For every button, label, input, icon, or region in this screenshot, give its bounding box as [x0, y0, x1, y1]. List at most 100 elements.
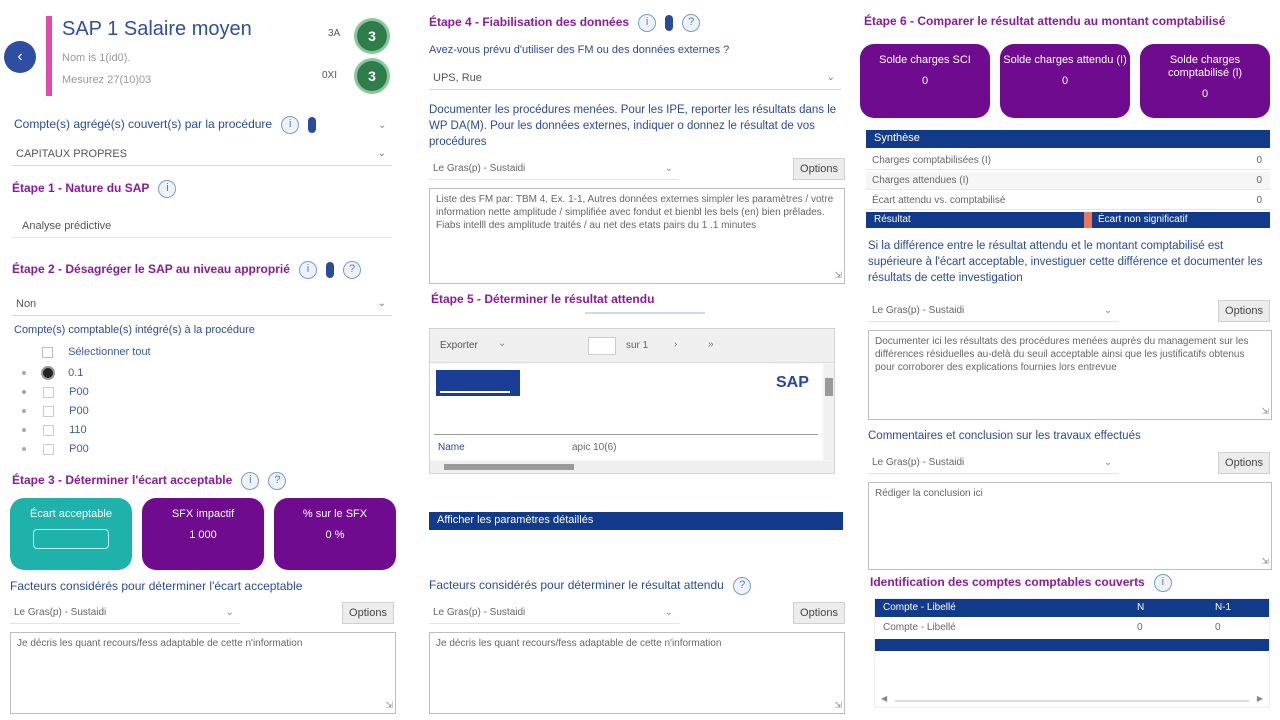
badge-1-circle[interactable]: 3 [354, 18, 390, 54]
checkbox[interactable] [43, 405, 55, 417]
accounts-dropdown-chevron[interactable]: ⌄ [378, 120, 386, 131]
chevron-down-icon: ⌄ [1103, 305, 1112, 316]
row-value: 0 [1256, 155, 1262, 166]
accounts-select[interactable]: CAPITAUX PROPRES ⌄ [12, 142, 392, 166]
table-row: Charges comptabilisées (I) 0 [866, 152, 1270, 170]
back-button[interactable]: ‹ [4, 41, 36, 73]
tile-label: Solde charges attendu (I) [1003, 54, 1127, 66]
tile-label: % sur le SFX [302, 508, 368, 520]
font-select[interactable]: Le Gras(p) - Sustaidi ⌄ [868, 300, 1118, 322]
expected-factors-label: Facteurs considérés pour déterminer le r… [429, 578, 724, 593]
info-icon[interactable]: i [241, 472, 260, 490]
badge-2-circle[interactable]: 3 [354, 58, 390, 94]
resize-grip-icon[interactable]: ⇲ [1261, 555, 1269, 568]
chevron-down-icon: ⌄ [498, 338, 507, 349]
step2-select[interactable]: Non ⌄ [12, 292, 392, 316]
help-icon[interactable]: ? [268, 472, 287, 490]
list-item-select-all[interactable]: Sélectionner tout [42, 346, 151, 362]
ident-table-header: Compte - Libellé N N-1 [875, 599, 1269, 617]
checkbox-checked[interactable] [41, 366, 56, 380]
column-header: N-1 [1215, 602, 1232, 613]
last-page-icon[interactable]: » [708, 339, 714, 350]
checkbox[interactable] [43, 424, 55, 436]
checkbox[interactable] [43, 386, 55, 398]
font-select[interactable]: Le Gras(p) - Sustaidi ⌄ [868, 452, 1118, 474]
report-horizontal-scrollbar[interactable] [430, 461, 834, 473]
right-column: Étape 6 - Comparer le résultat attendu a… [860, 0, 1280, 720]
options-button[interactable]: Options [342, 602, 394, 624]
step1-select[interactable]: Analyse prédictive [12, 214, 392, 238]
row-value: 0 [1256, 175, 1262, 186]
microphone-icon[interactable] [308, 117, 317, 134]
microphone-icon[interactable] [326, 262, 335, 278]
row-label: Écart attendu vs. comptabilisé [872, 195, 1006, 206]
font-select[interactable]: Le Gras(p) - Sustaidi ⌄ [429, 158, 679, 180]
acceptable-gap-input[interactable] [33, 529, 109, 549]
step5-title-row: Étape 5 - Déterminer le résultat attendu [431, 292, 654, 306]
booked-charges-tile[interactable]: Solde charges comptabilisé (l) 0 [1140, 44, 1270, 118]
info-icon[interactable]: i [281, 116, 300, 135]
procedure-textarea[interactable]: Liste des FM par: TBM 4, Ex. 1-1, Autres… [429, 188, 845, 284]
info-icon[interactable]: i [638, 14, 657, 32]
external-data-select[interactable]: UPS, Rue ⌄ [429, 66, 841, 90]
scroll-track[interactable] [895, 700, 1249, 702]
page-number-input[interactable] [588, 337, 616, 355]
info-icon[interactable]: i [298, 261, 317, 279]
help-icon[interactable]: ? [343, 261, 362, 279]
tree-dot [22, 428, 26, 433]
font-select[interactable]: Le Gras(p) - Sustaidi ⌄ [10, 602, 240, 624]
difference-textarea[interactable]: Documenter ici les résultats des procédu… [868, 330, 1272, 420]
sci-charges-tile[interactable]: Solde charges SCI 0 [860, 44, 990, 118]
comments-label: Commentaires et conclusion sur les trava… [868, 430, 1141, 442]
detailed-settings-bar[interactable]: Afficher les paramètres détaillés [429, 512, 843, 530]
accounts-label: Compte(s) agrégé(s) couvert(s) par la pr… [14, 117, 273, 131]
step6-title-row: Étape 6 - Comparer le résultat attendu a… [864, 14, 1225, 28]
checkbox[interactable] [43, 443, 55, 455]
list-item[interactable]: 110 [22, 424, 87, 440]
list-item[interactable]: 0.1 [22, 366, 83, 382]
badge-1-label: 3A [328, 28, 341, 39]
info-icon[interactable]: i [1153, 574, 1172, 592]
step5-title: Étape 5 - Déterminer le résultat attendu [431, 292, 655, 306]
options-button[interactable]: Options [793, 602, 845, 624]
help-icon[interactable]: ? [682, 14, 701, 32]
ident-title: Identification des comptes comptables co… [870, 574, 1145, 589]
scroll-left-icon[interactable]: ◀ [881, 694, 887, 703]
resize-grip-icon[interactable]: ⇲ [834, 269, 842, 282]
info-icon[interactable]: i [158, 180, 177, 198]
tree-dot [22, 371, 26, 375]
scroll-thumb[interactable] [444, 464, 574, 470]
resize-grip-icon[interactable]: ⇲ [834, 699, 842, 712]
export-button[interactable]: Exporter [440, 340, 478, 351]
list-item[interactable]: P00 [22, 405, 89, 421]
checkbox[interactable] [42, 346, 53, 358]
report-vertical-scrollbar[interactable] [824, 364, 834, 460]
font-select[interactable]: Le Gras(p) - Sustaidi ⌄ [429, 602, 679, 624]
expected-factors-textarea[interactable]: Je décris les quant recours/fess adaptab… [429, 632, 845, 714]
sfx-percent-tile[interactable]: % sur le SFX 0 % [274, 498, 396, 570]
sfx-impact-tile[interactable]: SFX impactif 1 000 [142, 498, 264, 570]
column-header: Compte - Libellé [883, 602, 956, 613]
list-item[interactable]: P00 [22, 443, 89, 459]
microphone-icon[interactable] [665, 15, 674, 31]
tree-dot [22, 409, 26, 414]
comments-textarea[interactable]: Rédiger la conclusion ici ⇲ [868, 482, 1272, 570]
next-page-icon[interactable]: › [674, 339, 677, 350]
scroll-right-icon[interactable]: ▶ [1257, 694, 1263, 703]
expected-charges-tile[interactable]: Solde charges attendu (I) 0 [1000, 44, 1130, 118]
report-row-label: Name [438, 442, 465, 453]
scroll-thumb[interactable] [825, 378, 833, 396]
options-button[interactable]: Options [1218, 452, 1270, 474]
ident-table: Compte - Libellé N N-1 Compte - Libellé … [874, 598, 1270, 708]
help-icon[interactable]: ? [733, 577, 752, 595]
factors-textarea[interactable]: Je décris les quant recours/fess adaptab… [10, 632, 396, 714]
list-item[interactable]: P00 [22, 386, 89, 402]
options-button[interactable]: Options [793, 158, 845, 180]
middle-column: Étape 4 - Fiabilisation des données i ? … [425, 0, 850, 720]
acceptable-gap-tile[interactable]: Écart acceptable [10, 498, 132, 570]
options-button[interactable]: Options [1218, 300, 1270, 322]
ident-horizontal-scrollbar[interactable]: ◀ ▶ [881, 694, 1263, 705]
resize-grip-icon[interactable]: ⇲ [1261, 405, 1269, 418]
report-page: SAP Name apic 10(6) [430, 364, 822, 460]
resize-grip-icon[interactable]: ⇲ [385, 699, 393, 712]
